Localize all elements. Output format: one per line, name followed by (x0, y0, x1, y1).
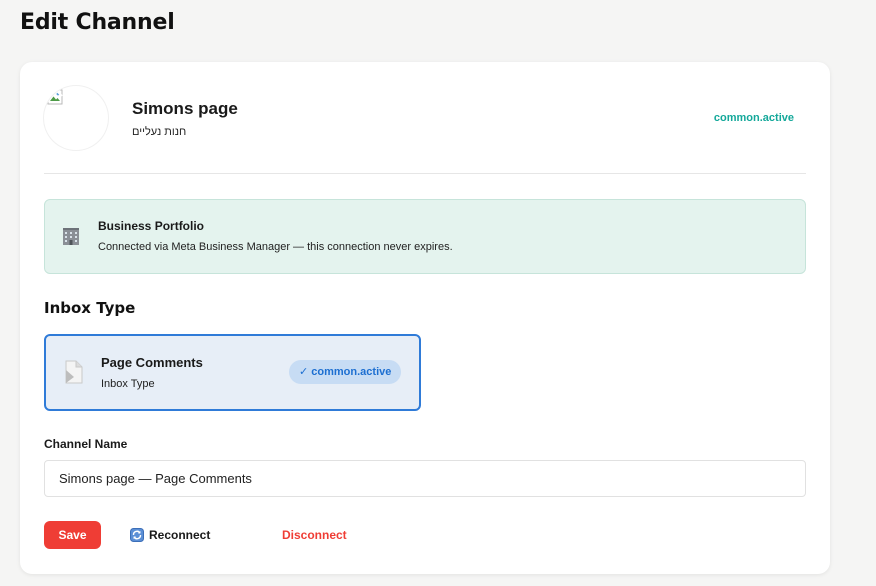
portfolio-description: Connected via Meta Business Manager — th… (98, 241, 453, 253)
reconnect-label: Reconnect (149, 528, 211, 542)
portfolio-title: Business Portfolio (98, 219, 205, 233)
page-name: Simons page (132, 99, 238, 118)
inbox-option-page-comments[interactable]: Page Comments Inbox Type ✓ common.active (44, 334, 421, 411)
inbox-option-subtitle: Inbox Type (101, 378, 155, 390)
save-button[interactable]: Save (44, 521, 101, 549)
inbox-option-title: Page Comments (101, 355, 203, 370)
channel-header: Simons page חנות נעליים common.active (44, 86, 806, 150)
avatar (44, 86, 108, 150)
channel-name-input[interactable] (44, 460, 806, 497)
business-portfolio-banner: Business Portfolio Connected via Meta Bu… (44, 199, 806, 274)
refresh-icon (130, 528, 144, 542)
edit-channel-card: Simons page חנות נעליים common.active Bu… (20, 62, 830, 574)
disconnect-button[interactable]: Disconnect (282, 521, 347, 549)
status-badge: common.active (713, 112, 794, 124)
header-divider (44, 173, 806, 174)
broken-image-icon (47, 89, 63, 105)
page-document-icon (65, 360, 83, 384)
inbox-type-heading: Inbox Type (44, 299, 136, 317)
page-title: Edit Channel (20, 10, 175, 35)
channel-name-label: Channel Name (44, 437, 128, 451)
reconnect-button[interactable]: Reconnect (130, 521, 210, 549)
inbox-status-badge: ✓ common.active (289, 360, 402, 384)
office-building-icon (63, 228, 79, 245)
page-subtitle: חנות נעליים (132, 126, 187, 138)
